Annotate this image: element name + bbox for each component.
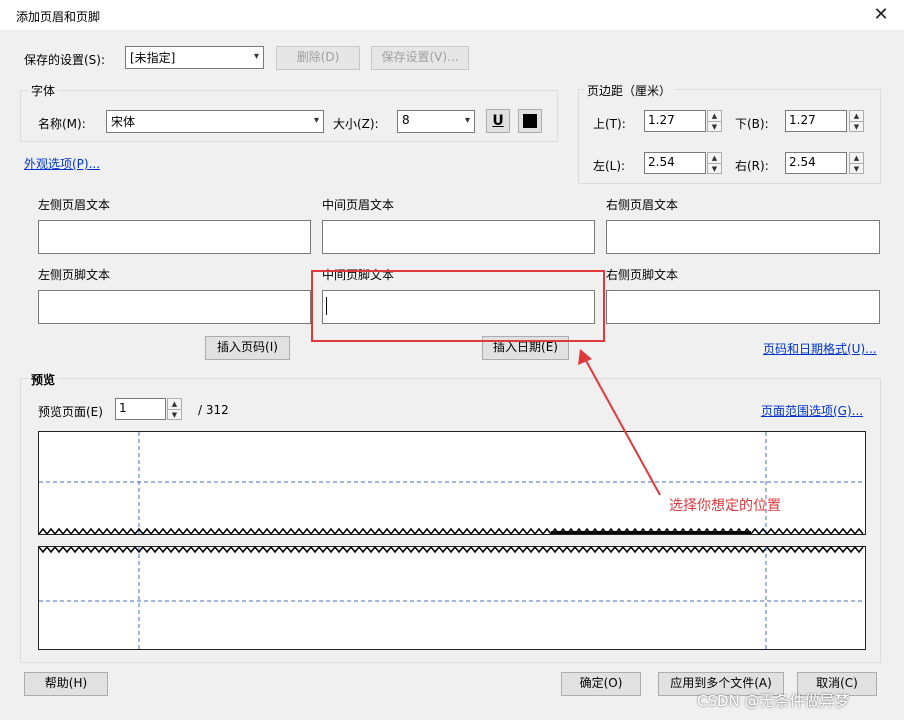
page-date-format-link[interactable]: 页码和日期格式(U)... (763, 340, 877, 357)
preview-group-title: 预览 (28, 371, 59, 388)
right-header-input[interactable] (606, 220, 880, 254)
preview-bottom-canvas (39, 547, 865, 649)
margin-right-stepper[interactable]: ▲ ▼ (849, 152, 864, 174)
preview-page-value: 1 (119, 401, 127, 415)
left-footer-input[interactable] (38, 290, 311, 324)
margin-bottom-label: 下(B): (735, 117, 769, 131)
margin-right-label: 右(R): (735, 159, 769, 173)
page-range-options-link[interactable]: 页面范围选项(G)... (761, 402, 863, 419)
annotation-text: 选择你想定的位置 (669, 498, 781, 514)
font-size-dropdown[interactable]: 8 ▾ (397, 110, 475, 133)
saved-settings-label: 保存的设置(S): (24, 53, 106, 67)
margin-left-input[interactable]: 2.54 (644, 152, 706, 174)
save-settings-button[interactable]: 保存设置(V)... (371, 46, 469, 70)
up-arrow-icon[interactable]: ▲ (708, 153, 721, 164)
chevron-down-icon: ▾ (464, 115, 470, 126)
preview-page-top (38, 431, 866, 535)
up-arrow-icon[interactable]: ▲ (708, 111, 721, 122)
right-footer-label: 右侧页脚文本 (606, 268, 679, 282)
font-name-value: 宋体 (111, 115, 136, 129)
preview-page-total: / 312 (198, 403, 229, 417)
margin-top-value: 1.27 (648, 113, 675, 127)
saved-settings-dropdown[interactable]: [未指定] ▾ (125, 46, 264, 69)
font-size-label: 大小(Z): (333, 117, 379, 131)
appearance-options-link[interactable]: 外观选项(P)... (24, 155, 100, 172)
annotation-highlight-box (311, 270, 605, 342)
delete-button[interactable]: 删除(D) (276, 46, 360, 70)
margin-bottom-input[interactable]: 1.27 (785, 110, 847, 132)
margin-right-input[interactable]: 2.54 (785, 152, 847, 174)
margin-bottom-value: 1.27 (789, 113, 816, 127)
down-arrow-icon[interactable]: ▼ (850, 122, 863, 132)
preview-page-input[interactable]: 1 (115, 398, 166, 420)
saved-settings-value: [未指定] (130, 51, 176, 65)
down-arrow-icon[interactable]: ▼ (850, 164, 863, 174)
margin-left-value: 2.54 (648, 155, 675, 169)
watermark-text: CSDN @无条件做异梦 (697, 692, 850, 710)
font-color-button[interactable] (518, 109, 542, 133)
center-header-input[interactable] (322, 220, 595, 254)
up-arrow-icon[interactable]: ▲ (850, 153, 863, 164)
margin-top-stepper[interactable]: ▲ ▼ (707, 110, 722, 132)
left-header-input[interactable] (38, 220, 311, 254)
window-title: 添加页眉和页脚 (16, 10, 101, 24)
margin-top-label: 上(T): (593, 117, 626, 131)
font-name-label: 名称(M): (38, 117, 86, 131)
center-header-label: 中间页眉文本 (322, 198, 395, 212)
left-header-label: 左侧页眉文本 (38, 198, 111, 212)
up-arrow-icon[interactable]: ▲ (850, 111, 863, 122)
margin-left-stepper[interactable]: ▲ ▼ (707, 152, 722, 174)
preview-page-label: 预览页面(E) (38, 405, 103, 419)
margin-left-label: 左(L): (593, 159, 626, 173)
chevron-down-icon: ▾ (253, 51, 259, 62)
font-group-title: 字体 (28, 82, 59, 99)
left-footer-label: 左侧页脚文本 (38, 268, 111, 282)
help-button[interactable]: 帮助(H) (24, 672, 108, 696)
margins-group-title: 页边距（厘米） (584, 82, 675, 99)
right-header-label: 右侧页眉文本 (606, 198, 679, 212)
underline-icon: U (492, 113, 504, 129)
down-arrow-icon[interactable]: ▼ (708, 122, 721, 132)
ok-button[interactable]: 确定(O) (561, 672, 641, 696)
margin-bottom-stepper[interactable]: ▲ ▼ (849, 110, 864, 132)
font-size-value: 8 (402, 113, 410, 127)
chevron-down-icon: ▾ (313, 115, 319, 126)
preview-page-stepper[interactable]: ▲ ▼ (167, 398, 182, 420)
up-arrow-icon[interactable]: ▲ (168, 399, 181, 410)
color-swatch (523, 114, 537, 128)
close-button[interactable]: ✕ (864, 2, 898, 28)
margin-right-value: 2.54 (789, 155, 816, 169)
right-footer-input[interactable] (606, 290, 880, 324)
annotation-arrow (578, 349, 661, 496)
title-bar (0, 0, 904, 30)
down-arrow-icon[interactable]: ▼ (168, 410, 181, 420)
insert-page-number-button[interactable]: 插入页码(I) (205, 336, 290, 360)
preview-page-bottom (38, 546, 866, 650)
down-arrow-icon[interactable]: ▼ (708, 164, 721, 174)
font-name-dropdown[interactable]: 宋体 ▾ (106, 110, 324, 133)
margin-top-input[interactable]: 1.27 (644, 110, 706, 132)
underline-button[interactable]: U (486, 109, 510, 133)
preview-top-canvas (39, 432, 865, 534)
